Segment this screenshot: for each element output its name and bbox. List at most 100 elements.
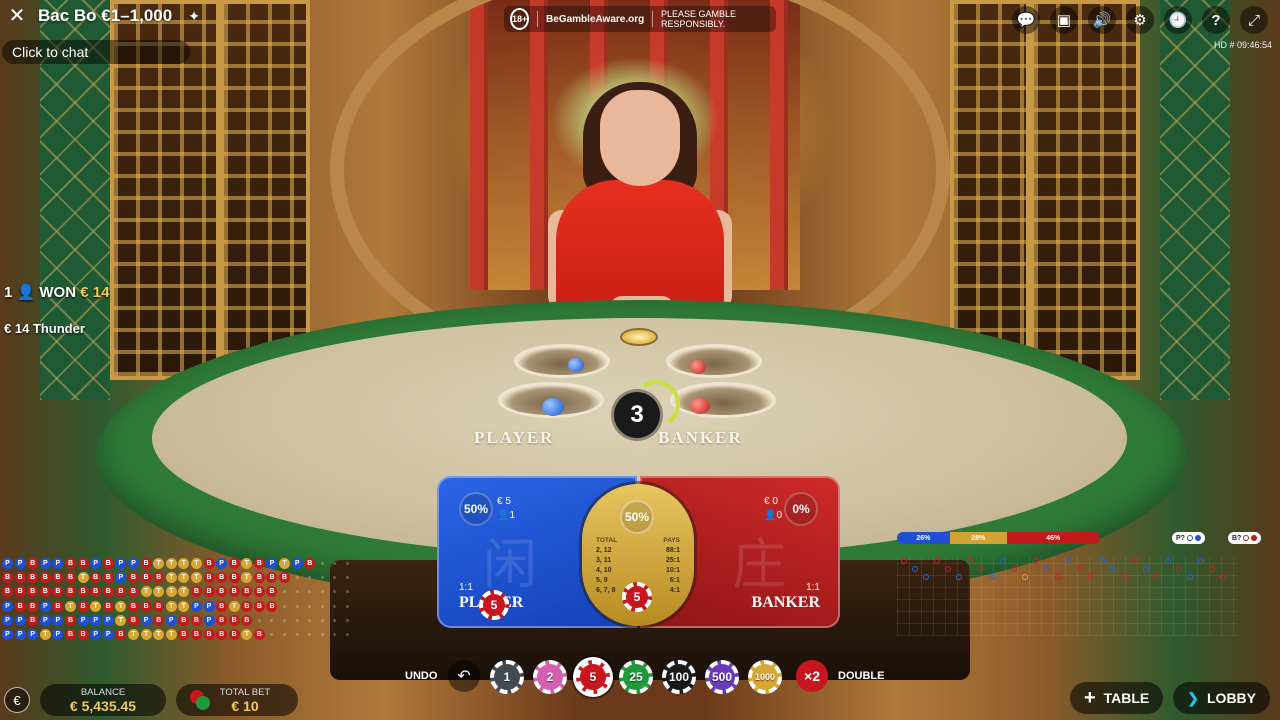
bead-banker: B <box>241 586 253 598</box>
big-road[interactable] <box>897 556 1237 636</box>
bead-banker: B <box>39 586 51 598</box>
close-icon[interactable]: ✕ <box>8 6 26 26</box>
lobby-button[interactable]: ❯ LOBBY <box>1173 682 1270 714</box>
bead-empty <box>254 615 265 626</box>
bead-tie: T <box>228 600 240 612</box>
big-road-mark <box>934 558 940 564</box>
bead-empty <box>317 629 328 640</box>
bead-tie: T <box>153 558 165 569</box>
bead-banker: B <box>203 572 215 584</box>
bet-spot-tie[interactable]: 50% TOTAL PAYS 2, 12 88:1 3, 11 25:1 4, 10 10… <box>582 484 694 626</box>
bead-player: P <box>39 600 51 612</box>
payout-total: 5, 9 <box>596 577 608 584</box>
chip-500[interactable]: 500 <box>705 660 739 694</box>
bead-banker: B <box>39 572 51 584</box>
chip-100[interactable]: 100 <box>662 660 696 694</box>
history-clock-icon[interactable]: 🕘 <box>1164 6 1192 34</box>
bead-empty <box>292 615 303 626</box>
big-road-mark <box>1176 566 1182 572</box>
bead-banker: B <box>52 600 64 612</box>
bead-banker: B <box>14 572 26 584</box>
bead-player: P <box>2 600 13 612</box>
bead-empty <box>342 601 353 612</box>
bead-empty <box>329 572 340 583</box>
pays-header-total: TOTAL <box>596 537 618 544</box>
chat-bubbles-icon[interactable]: 💬 <box>1012 6 1040 34</box>
chip-2[interactable]: 2 <box>533 660 567 694</box>
begambleaware-link[interactable]: BeGambleAware.org <box>546 14 644 25</box>
bead-player: P <box>102 628 114 640</box>
bead-banker: B <box>102 558 114 569</box>
bead-empty <box>329 586 340 597</box>
player-odds: 1:1 <box>459 582 473 593</box>
chat-input[interactable]: Click to chat <box>2 40 190 64</box>
lattice-screen <box>220 0 310 380</box>
bead-banker: B <box>216 628 228 640</box>
bead-banker: B <box>77 600 89 612</box>
bead-tie: T <box>140 586 152 598</box>
help-icon[interactable]: ? <box>1202 6 1230 34</box>
top-right-toolbar: 💬 ▣ 🔊 ⚙ 🕘 ? ⤢ <box>1012 6 1268 34</box>
bead-road[interactable]: PPBPPBBPBPPBTTTTBPBTBPTPBBBBBBBTBBPBBBTT… <box>2 558 355 643</box>
bead-tie: T <box>115 600 127 612</box>
lattice-screen <box>950 0 1030 380</box>
bead-banker: B <box>153 600 165 612</box>
bead-tie: T <box>241 558 253 569</box>
fullscreen-icon[interactable]: ⤢ <box>1240 6 1268 34</box>
bead-banker: B <box>127 614 139 626</box>
big-road-mark <box>1187 574 1193 580</box>
bead-banker: B <box>266 600 278 612</box>
bead-tie: T <box>178 558 190 569</box>
undo-icon[interactable]: ↶ <box>448 660 480 692</box>
double-button[interactable]: ×2 <box>796 660 828 692</box>
favorite-pin-icon[interactable]: ✦ <box>188 8 200 25</box>
player-prediction-button[interactable]: P? <box>1172 532 1205 544</box>
bead-player: P <box>102 614 114 626</box>
chip-1[interactable]: 1 <box>490 660 524 694</box>
stat-banker-pct: 46% <box>1006 532 1100 544</box>
bead-player: P <box>291 558 303 569</box>
volume-icon[interactable]: 🔊 <box>1088 6 1116 34</box>
bead-banker: B <box>127 600 139 612</box>
bead-tie: T <box>190 558 202 569</box>
payout-pays: 4:1 <box>669 587 680 594</box>
bead-banker: B <box>190 614 202 626</box>
table-button[interactable]: + TABLE <box>1069 682 1164 714</box>
bead-banker: B <box>52 586 64 598</box>
chip-1000[interactable]: 1000 <box>748 660 782 694</box>
bead-empty <box>329 615 340 626</box>
big-road-mark <box>945 566 951 572</box>
bead-player: P <box>115 558 127 569</box>
bead-banker: B <box>216 614 228 626</box>
bead-empty <box>266 615 277 626</box>
bead-empty <box>317 558 328 569</box>
game-title: Bac Bo €1–1,000 <box>38 6 173 25</box>
betting-grid: 闲 50% € 5 👤1 1:1 PLAYER 5 庄 € 0 👤0 0% 1:… <box>437 476 840 628</box>
bead-empty <box>292 601 303 612</box>
bead-empty <box>317 572 328 583</box>
video-camera-icon[interactable]: ▣ <box>1050 6 1078 34</box>
bead-banker: B <box>253 558 265 569</box>
bead-empty <box>317 586 328 597</box>
bead-player: P <box>52 614 64 626</box>
chip-25[interactable]: 25 <box>619 660 653 694</box>
chip-5[interactable]: 5 <box>576 660 610 694</box>
bead-banker: B <box>190 628 202 640</box>
bead-tie: T <box>140 628 152 640</box>
bead-tie: T <box>39 628 51 640</box>
big-road-mark <box>1154 574 1160 580</box>
big-road-mark <box>1110 566 1116 572</box>
big-road-mark <box>1011 566 1017 572</box>
responsible-gambling-banner[interactable]: 18+ BeGambleAware.org PLEASE GAMBLE RESP… <box>504 6 776 32</box>
bead-empty <box>279 629 290 640</box>
big-road-mark <box>923 574 929 580</box>
currency-euro-icon[interactable]: € <box>4 687 30 713</box>
undo-label[interactable]: UNDO <box>405 670 437 682</box>
bead-banker: B <box>77 558 89 569</box>
banker-prediction-button[interactable]: B? <box>1228 532 1262 544</box>
countdown-timer: 3 <box>614 392 660 438</box>
bead-banker: B <box>115 628 127 640</box>
double-label[interactable]: DOUBLE <box>838 670 884 682</box>
big-road-mark <box>901 558 907 564</box>
settings-gear-icon[interactable]: ⚙ <box>1126 6 1154 34</box>
